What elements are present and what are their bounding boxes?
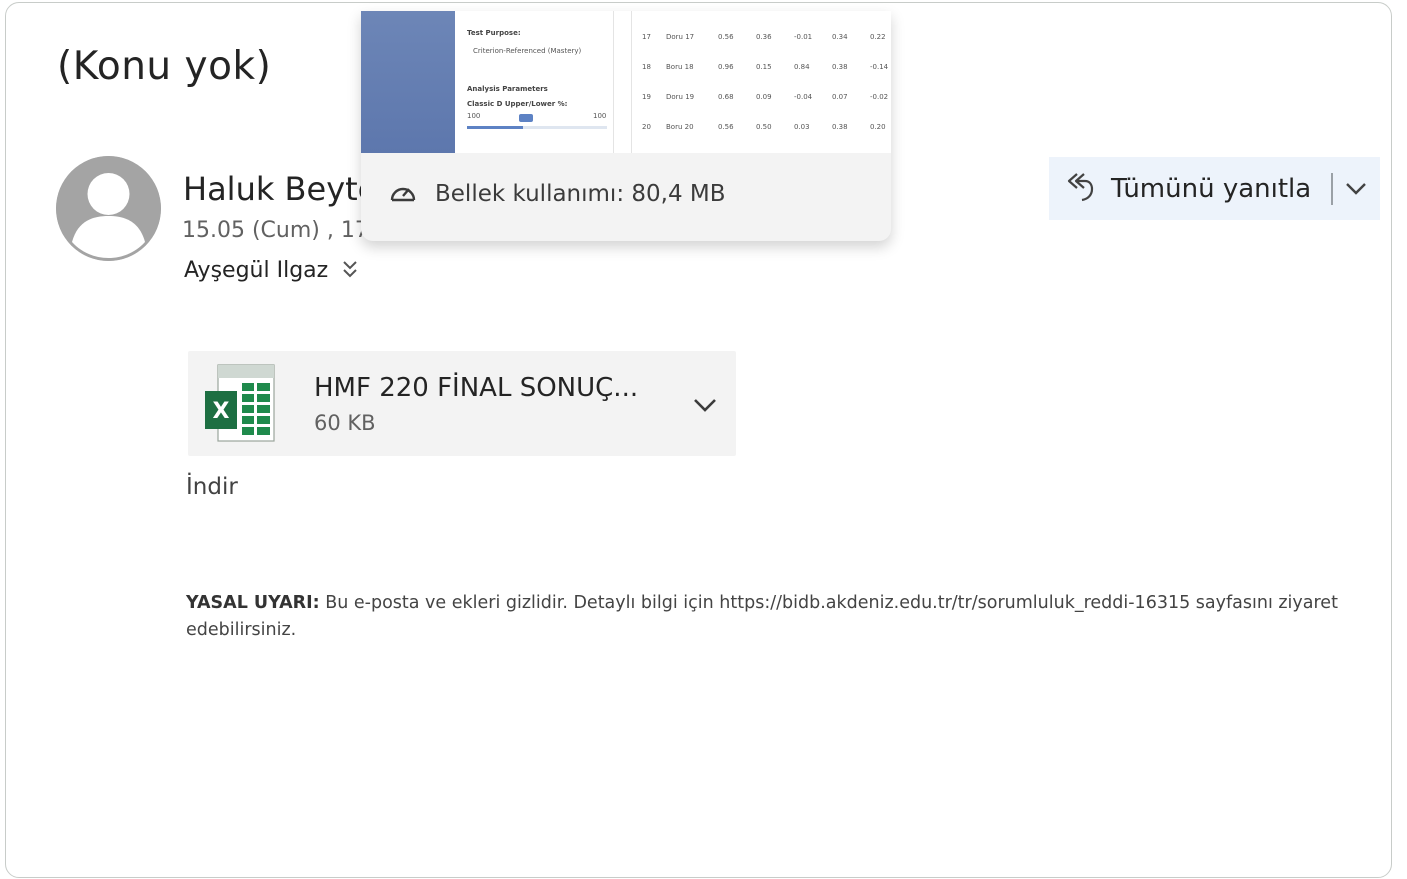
sender-name[interactable]: Haluk Beyte (183, 170, 377, 208)
recipient-name[interactable]: Ayşegül Ilgaz (184, 258, 328, 283)
excel-file-icon: X (204, 363, 278, 445)
thumb-table-cell: 0.68 (718, 93, 734, 101)
thumb-table-cell: 0.38 (832, 123, 848, 131)
thumbnail-left-panel: Test Purpose: Criterion-Referenced (Mast… (457, 11, 614, 153)
gauge-icon (389, 181, 417, 207)
thumb-table-cell: 0.38 (832, 63, 848, 71)
attachment-name: HMF 220 FİNAL SONUÇ... (314, 372, 639, 403)
thumb-slider-handle (519, 114, 533, 122)
attachment-options-chevron-down-icon[interactable] (690, 390, 720, 420)
thumb-table-cell: -0.04 (794, 93, 813, 101)
thumb-table-cell: 0.15 (756, 63, 772, 71)
thumb-table-cell: -0.02 (870, 93, 889, 101)
expand-recipients-icon[interactable] (342, 259, 358, 283)
thumb-table-cell: 0.22 (870, 33, 886, 41)
thumb-table-cell: Doru 17 (666, 33, 695, 41)
reply-options-chevron-down-icon[interactable] (1333, 157, 1379, 220)
download-link[interactable]: İndir (186, 474, 238, 500)
thumb-text: Criterion-Referenced (Mastery) (473, 47, 582, 55)
message-datetime: 15.05 (Cum) , 17:1 (182, 218, 391, 243)
thumb-table-cell: 19 (642, 93, 651, 101)
thumbnail-sidebar (361, 11, 455, 153)
thumb-table-cell: 17 (642, 33, 651, 41)
thumb-table-cell: 0.84 (794, 63, 810, 71)
thumb-table-cell: 0.36 (756, 33, 772, 41)
memory-usage: Bellek kullanımı: 80,4 MB (389, 181, 726, 207)
thumb-table-cell: -0.01 (794, 33, 813, 41)
thumbnail-table: 17 Doru 17 0.56 0.36 -0.01 0.34 0.22 18 Boru 18 0… (631, 11, 891, 153)
thumb-table-cell: Boru 20 (666, 123, 694, 131)
reply-all-button[interactable]: Tümünü yanıtla (1049, 157, 1311, 220)
thumb-text: Analysis Parameters (467, 85, 548, 93)
reply-all-icon (1065, 171, 1095, 207)
thumb-table-cell: 18 (642, 63, 651, 71)
memory-usage-label: Bellek kullanımı: 80,4 MB (435, 181, 726, 207)
thumb-table-cell: Doru 19 (666, 93, 695, 101)
attachment-card[interactable]: X HMF 220 FİNAL SONUÇ... 60 KB (188, 351, 736, 456)
thumb-table-cell: 0.09 (756, 93, 772, 101)
reply-all-label: Tümünü yanıtla (1111, 173, 1312, 204)
thumb-table-cell: 0.20 (870, 123, 886, 131)
person-icon (56, 156, 161, 261)
disclaimer-text: Bu e-posta ve ekleri gizlidir. Detaylı b… (186, 593, 1338, 640)
thumb-table-cell: 0.96 (718, 63, 734, 71)
thumb-table-cell: Boru 18 (666, 63, 694, 71)
thumb-table-cell: 0.34 (832, 33, 848, 41)
thumb-table-cell: 0.03 (794, 123, 810, 131)
thumb-table-cell: -0.14 (870, 63, 889, 71)
attachment-size: 60 KB (314, 410, 376, 435)
thumb-text: Test Purpose: (467, 29, 521, 37)
message-subject: (Konu yok) (57, 44, 272, 89)
thumb-text: 100 (467, 112, 481, 120)
thumb-text: 100 (593, 112, 607, 120)
reply-all-group: Tümünü yanıtla (1049, 157, 1380, 220)
thumb-text: Classic D Upper/Lower %: (467, 100, 568, 108)
avatar[interactable] (56, 156, 161, 261)
thumb-table-cell: 0.56 (718, 123, 734, 131)
tab-hover-card: Test Purpose: Criterion-Referenced (Mast… (361, 11, 891, 241)
recipient-row[interactable]: Ayşegül Ilgaz (184, 258, 358, 283)
thumb-table-cell: 0.50 (756, 123, 772, 131)
thumb-table-cell: 0.56 (718, 33, 734, 41)
thumb-table-cell: 20 (642, 123, 651, 131)
tab-thumbnail: Test Purpose: Criterion-Referenced (Mast… (361, 11, 891, 153)
svg-text:X: X (213, 399, 230, 424)
thumb-table-cell: 0.07 (832, 93, 848, 101)
legal-disclaimer: YASAL UYARI: Bu e-posta ve ekleri gizlid… (186, 590, 1371, 644)
disclaimer-heading: YASAL UYARI: (186, 593, 320, 613)
thumb-slider-fill (467, 126, 523, 129)
